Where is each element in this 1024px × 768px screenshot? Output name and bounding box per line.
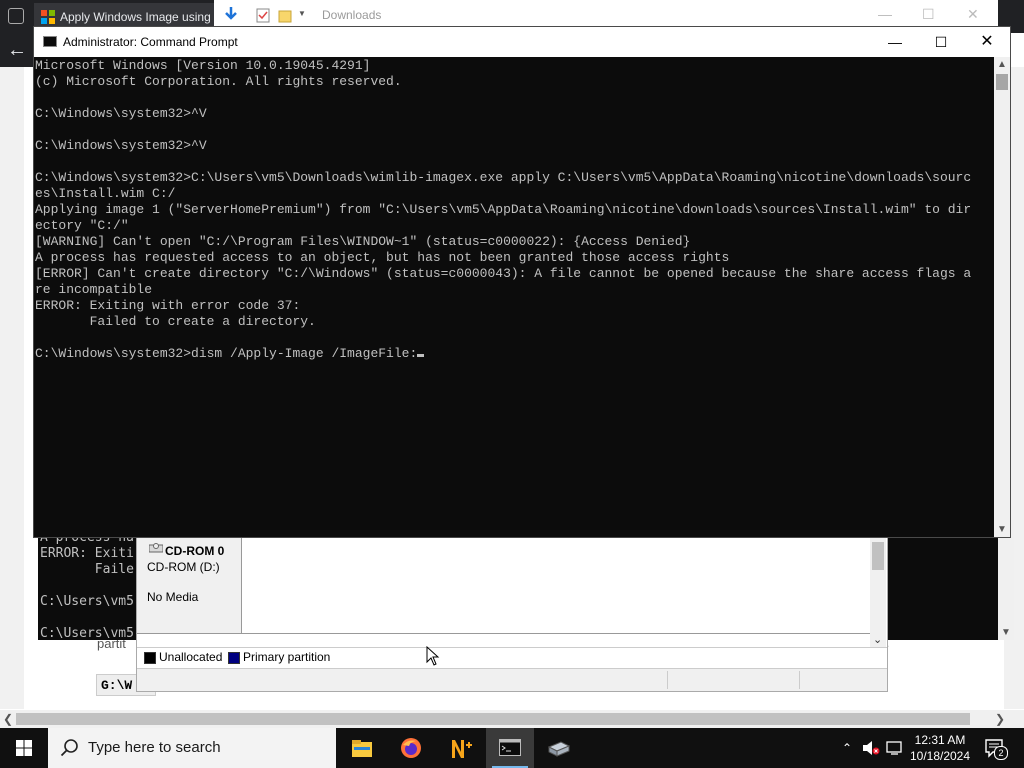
disk-label: CD-ROM 0 <box>165 544 225 558</box>
taskbar-search-box[interactable]: Type here to search <box>48 728 336 768</box>
command-prompt-icon <box>499 739 521 756</box>
start-button[interactable] <box>0 728 48 768</box>
scrollbar-thumb[interactable] <box>872 542 884 570</box>
cmd-titlebar[interactable]: Administrator: Command Prompt — ☐ ✕ <box>34 27 1010 57</box>
disk-tool-icon <box>547 741 571 757</box>
download-arrow-icon <box>225 7 237 20</box>
taskbar-notepad-plus-plus[interactable] <box>436 728 484 768</box>
background-console-scrollbar[interactable]: ▼ <box>998 520 1014 640</box>
taskbar-command-prompt[interactable] <box>486 728 534 768</box>
taskbar: Type here to search ⌃ 12:31 AM 10/18/202… <box>0 728 1024 768</box>
notification-count-badge: 2 <box>994 746 1008 760</box>
scroll-left-icon[interactable]: ❮ <box>0 710 16 728</box>
tab-actions-icon[interactable] <box>8 8 24 24</box>
taskbar-tool-app[interactable] <box>535 728 583 768</box>
cmd-console-area[interactable]: Microsoft Windows [Version 10.0.19045.42… <box>34 57 994 535</box>
speaker-icon <box>863 741 880 755</box>
minimize-icon[interactable]: — <box>878 6 892 22</box>
clock-time: 12:31 AM <box>914 733 966 747</box>
system-clock[interactable]: 12:31 AM 10/18/2024 <box>904 732 976 764</box>
windows-favicon-icon <box>41 10 55 24</box>
windows-logo-icon <box>16 740 32 756</box>
legend-primary-label: Primary partition <box>243 650 331 664</box>
legend-unallocated-label: Unallocated <box>159 650 223 664</box>
disk-type: CD-ROM (D:) <box>147 560 220 574</box>
file-explorer-icon <box>352 740 372 757</box>
folder-icon[interactable] <box>278 8 292 23</box>
cmd-vertical-scrollbar[interactable]: ▲ ▼ <box>994 57 1010 537</box>
search-icon <box>60 739 78 757</box>
status-separator <box>667 671 668 689</box>
cd-rom-icon <box>149 543 163 553</box>
maximize-icon[interactable]: ☐ <box>922 6 935 23</box>
disk-media-status: No Media <box>147 590 199 604</box>
cmd-window-title: Administrator: Command Prompt <box>63 35 238 49</box>
taskbar-firefox[interactable] <box>387 728 435 768</box>
quick-access-dropdown-icon[interactable]: ▼ <box>298 9 306 18</box>
mouse-pointer-icon <box>426 646 440 666</box>
notepad-plus-plus-icon <box>452 740 472 758</box>
close-icon[interactable]: ✕ <box>964 27 1010 57</box>
back-arrow-icon[interactable]: ← <box>0 33 34 67</box>
firefox-icon <box>401 738 421 758</box>
search-placeholder: Type here to search <box>88 739 221 756</box>
scroll-up-icon[interactable]: ▲ <box>994 59 1010 70</box>
maximize-icon[interactable]: ☐ <box>918 27 964 57</box>
scroll-down-icon[interactable]: ▼ <box>994 524 1010 535</box>
scrollbar-thumb[interactable] <box>16 713 970 725</box>
disk-vertical-scrollbar[interactable]: ⌄ <box>870 538 886 648</box>
show-hidden-icons-icon[interactable]: ⌃ <box>835 728 859 768</box>
close-icon[interactable]: ✕ <box>967 6 979 23</box>
status-separator <box>799 671 800 689</box>
text-cursor <box>417 354 425 357</box>
scroll-down-icon[interactable]: ▼ <box>1001 627 1011 638</box>
browser-horizontal-scrollbar[interactable]: ❮ ❯ <box>0 710 1024 728</box>
divider <box>137 633 870 634</box>
scroll-down-icon[interactable]: ⌄ <box>873 633 882 646</box>
browser-tab-title: Apply Windows Image using <box>60 10 211 24</box>
action-center-button[interactable]: 2 <box>978 728 1024 768</box>
scroll-right-icon[interactable]: ❯ <box>992 710 1008 728</box>
cmd-app-icon <box>43 36 57 47</box>
properties-icon[interactable] <box>256 8 270 23</box>
minimize-icon[interactable]: — <box>872 27 918 57</box>
clock-date: 10/18/2024 <box>909 749 971 763</box>
scrollbar-thumb[interactable] <box>996 74 1008 90</box>
cmd-output: Microsoft Windows [Version 10.0.19045.42… <box>35 58 972 329</box>
primary-partition-swatch <box>228 652 240 664</box>
disk-status-bar <box>137 668 887 691</box>
explorer-title: Downloads <box>322 8 382 22</box>
cmd-current-prompt[interactable]: C:\Windows\system32>dism /Apply-Image /I… <box>35 346 417 361</box>
disk-legend: Unallocated Primary partition <box>137 647 887 668</box>
volume-muted-icon[interactable] <box>859 728 883 768</box>
monitor-icon <box>886 741 902 755</box>
taskbar-file-explorer[interactable] <box>338 728 386 768</box>
unallocated-swatch <box>144 652 156 664</box>
